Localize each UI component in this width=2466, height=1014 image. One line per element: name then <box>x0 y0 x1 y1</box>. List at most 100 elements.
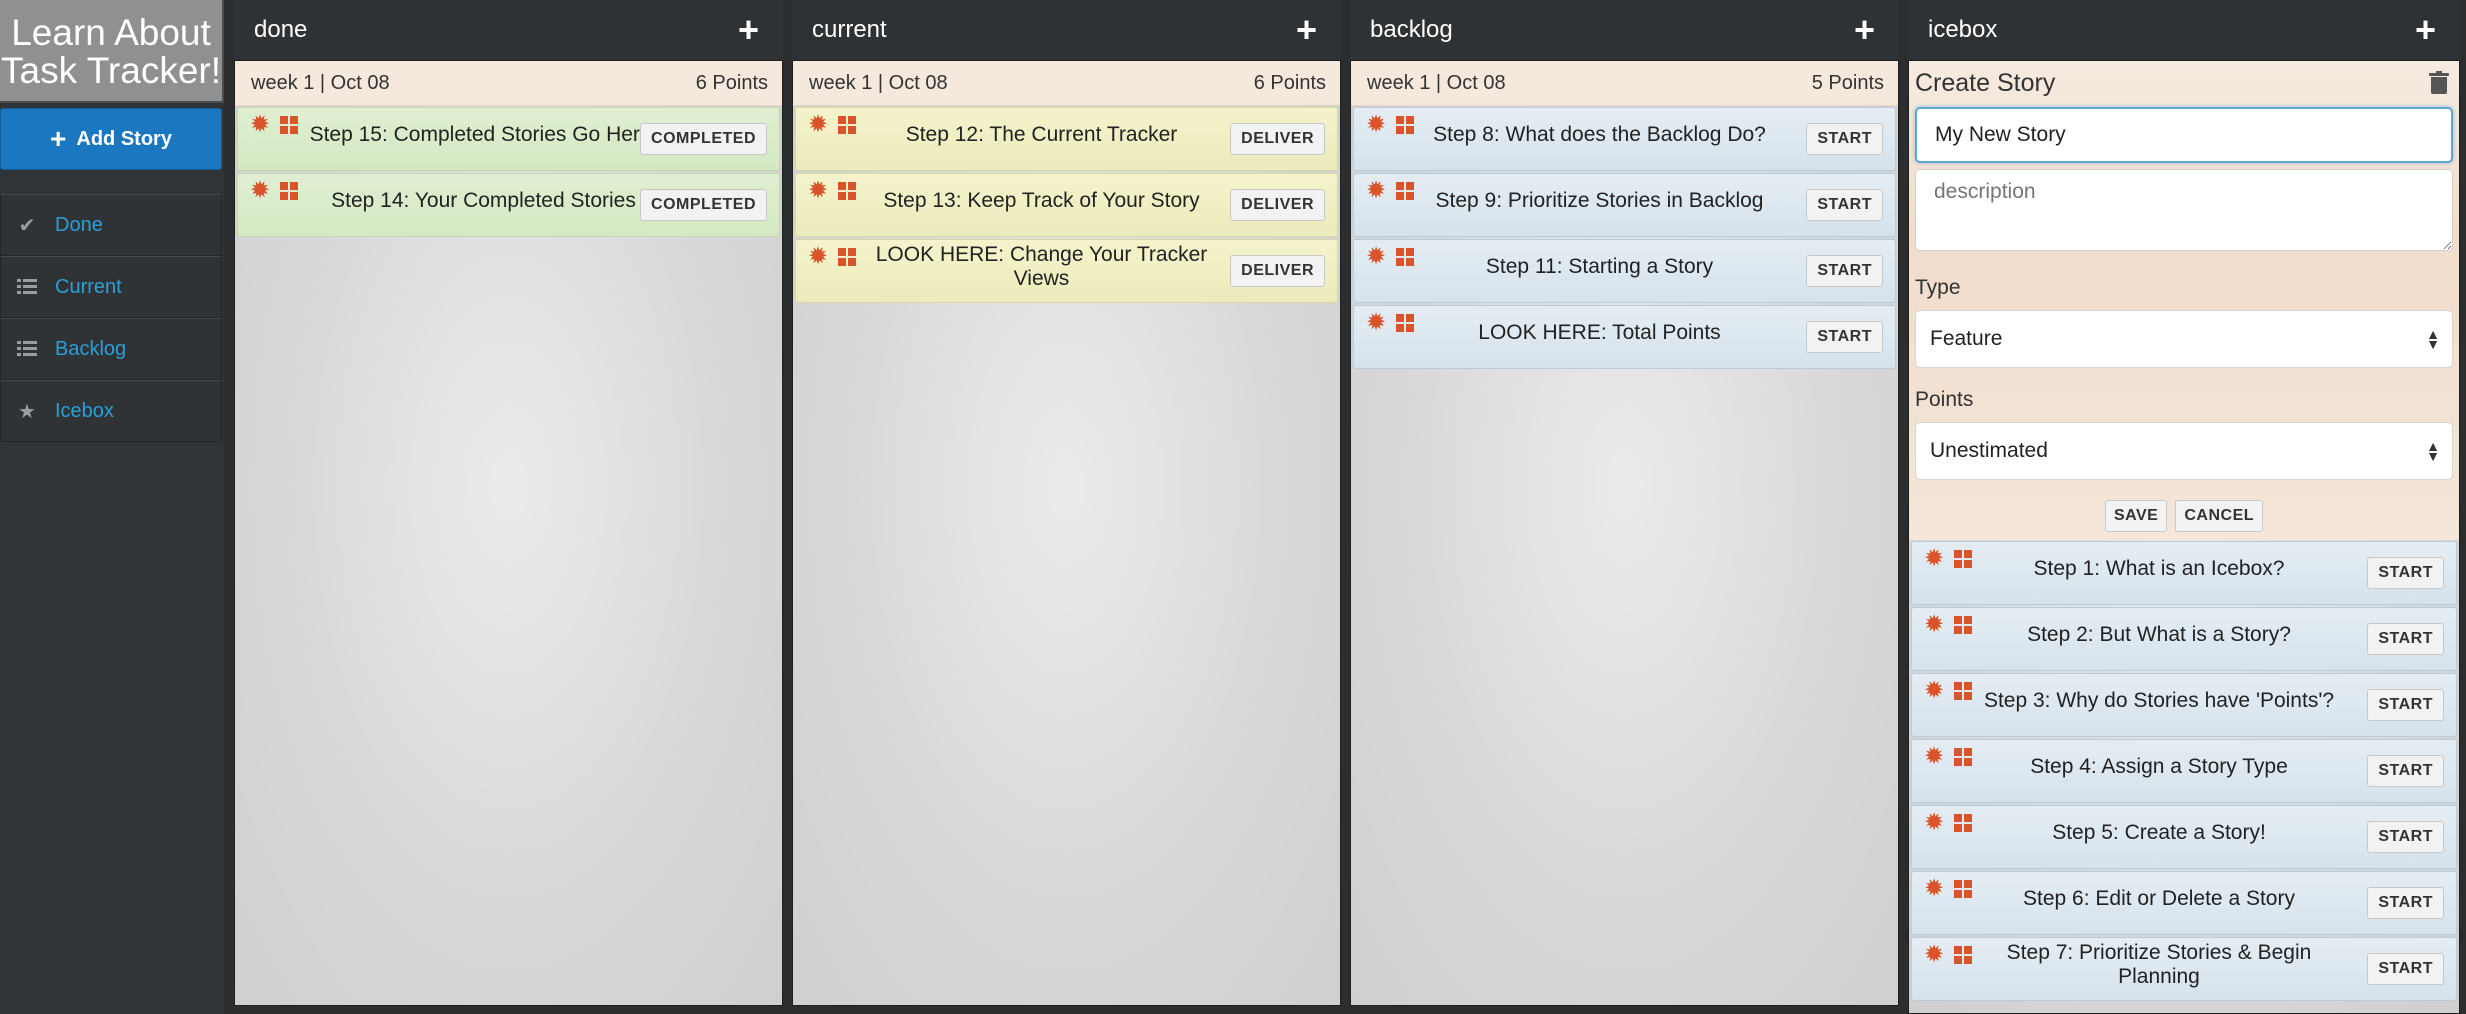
completed-button[interactable]: COMPLETED <box>640 189 767 221</box>
add-story-label: Add Story <box>76 127 172 150</box>
gear-icon[interactable]: ✹ <box>1924 547 1944 571</box>
sidebar-item-current[interactable]: Current <box>0 256 222 318</box>
points-select[interactable]: Unestimated ▲ ▼ <box>1915 422 2453 480</box>
star-icon: ★ <box>18 400 36 423</box>
gear-icon[interactable]: ✹ <box>1366 179 1386 203</box>
list-icon <box>17 279 37 295</box>
gear-icon[interactable]: ✹ <box>1924 745 1944 769</box>
start-button[interactable]: START <box>2367 755 2444 787</box>
grid-icon[interactable] <box>1954 682 1973 700</box>
sidebar-item-label: Icebox <box>55 399 114 422</box>
column-body: week 1 | Oct 08 6 Points ✹ Step 12: The … <box>792 60 1341 1006</box>
save-button[interactable]: SAVE <box>2104 500 2168 532</box>
story-card[interactable]: ✹ Step 2: But What is a Story? START <box>1911 607 2457 671</box>
gear-icon[interactable]: ✹ <box>250 113 270 137</box>
deliver-button[interactable]: DELIVER <box>1230 255 1325 287</box>
sidebar-item-backlog[interactable]: Backlog <box>0 318 222 380</box>
gear-icon[interactable]: ✹ <box>808 113 828 137</box>
gear-icon[interactable]: ✹ <box>808 245 828 269</box>
sidebar-item-icebox[interactable]: ★ Icebox <box>0 380 222 442</box>
deliver-button[interactable]: DELIVER <box>1230 123 1325 155</box>
gear-icon[interactable]: ✹ <box>1366 245 1386 269</box>
story-card[interactable]: ✹ Step 9: Prioritize Stories in Backlog … <box>1353 173 1896 237</box>
grid-icon[interactable] <box>1954 946 1973 964</box>
column-header: backlog + <box>1350 0 1899 60</box>
story-card[interactable]: ✹ Step 14: Your Completed Stories COMPLE… <box>237 173 780 237</box>
gear-icon[interactable]: ✹ <box>1924 679 1944 703</box>
add-story-plus-button[interactable]: + <box>1854 12 1875 48</box>
story-card[interactable]: ✹ Step 8: What does the Backlog Do? STAR… <box>1353 107 1896 171</box>
story-card[interactable]: ✹ Step 12: The Current Tracker DELIVER <box>795 107 1338 171</box>
story-card[interactable]: ✹ Step 3: Why do Stories have 'Points'? … <box>1911 673 2457 737</box>
story-card[interactable]: ✹ LOOK HERE: Total Points START <box>1353 305 1896 369</box>
gear-icon[interactable]: ✹ <box>1924 613 1944 637</box>
column-body: week 1 | Oct 08 5 Points ✹ Step 8: What … <box>1350 60 1899 1006</box>
deliver-button[interactable]: DELIVER <box>1230 189 1325 221</box>
start-button[interactable]: START <box>1806 255 1883 287</box>
add-story-button[interactable]: + Add Story <box>0 108 222 170</box>
story-card[interactable]: ✹ Step 1: What is an Icebox? START <box>1911 541 2457 605</box>
iteration-header: week 1 | Oct 08 6 Points <box>793 61 1340 106</box>
sidebar-item-label: Current <box>55 275 122 298</box>
trash-icon[interactable] <box>2429 71 2449 95</box>
grid-icon[interactable] <box>1396 314 1415 332</box>
logo-line-2: Task Tracker! <box>1 50 221 91</box>
start-button[interactable]: START <box>1806 321 1883 353</box>
grid-icon[interactable] <box>838 248 857 266</box>
gear-icon[interactable]: ✹ <box>1924 877 1944 901</box>
story-title-input[interactable] <box>1915 107 2453 163</box>
grid-icon[interactable] <box>280 182 299 200</box>
add-story-plus-button[interactable]: + <box>1296 12 1317 48</box>
column-icebox: icebox + Create Story Type Feature ▲▼ Po… <box>1908 0 2460 1014</box>
start-button[interactable]: START <box>2367 821 2444 853</box>
story-card[interactable]: ✹ Step 7: Prioritize Stories & Begin Pla… <box>1911 937 2457 1001</box>
grid-icon[interactable] <box>280 116 299 134</box>
story-description-input[interactable] <box>1915 169 2453 251</box>
story-card[interactable]: ✹ Step 15: Completed Stories Go Here! CO… <box>237 107 780 171</box>
column-done: done + week 1 | Oct 08 6 Points ✹ Step 1… <box>234 0 783 1006</box>
grid-icon[interactable] <box>1396 116 1415 134</box>
grid-icon[interactable] <box>838 182 857 200</box>
grid-icon[interactable] <box>1954 748 1973 766</box>
add-story-plus-button[interactable]: + <box>2415 12 2436 48</box>
start-button[interactable]: START <box>1806 189 1883 221</box>
column-title: icebox <box>1928 16 1998 43</box>
sidebar-item-done[interactable]: ✔ Done <box>0 194 222 256</box>
grid-icon[interactable] <box>1396 182 1415 200</box>
grid-icon[interactable] <box>1954 814 1973 832</box>
grid-icon[interactable] <box>1954 550 1973 568</box>
gear-icon[interactable]: ✹ <box>808 179 828 203</box>
form-heading: Create Story <box>1915 68 2056 97</box>
add-story-plus-button[interactable]: + <box>738 12 759 48</box>
story-card[interactable]: ✹ LOOK HERE: Change Your Tracker Views D… <box>795 239 1338 303</box>
gear-icon[interactable]: ✹ <box>250 179 270 203</box>
story-card[interactable]: ✹ Step 11: Starting a Story START <box>1353 239 1896 303</box>
story-card[interactable]: ✹ Step 13: Keep Track of Your Story DELI… <box>795 173 1338 237</box>
start-button[interactable]: START <box>2367 887 2444 919</box>
story-card[interactable]: ✹ Step 4: Assign a Story Type START <box>1911 739 2457 803</box>
grid-icon[interactable] <box>838 116 857 134</box>
checkmark-icon: ✔ <box>18 214 36 237</box>
start-button[interactable]: START <box>2367 689 2444 721</box>
completed-button[interactable]: COMPLETED <box>640 123 767 155</box>
gear-icon[interactable]: ✹ <box>1924 943 1944 967</box>
grid-icon[interactable] <box>1954 616 1973 634</box>
start-button[interactable]: START <box>1806 123 1883 155</box>
grid-icon[interactable] <box>1954 880 1973 898</box>
type-label: Type <box>1915 276 1961 299</box>
cancel-button[interactable]: CANCEL <box>2175 500 2264 532</box>
start-button[interactable]: START <box>2367 953 2444 985</box>
start-button[interactable]: START <box>2367 557 2444 589</box>
type-select[interactable]: Feature ▲ ▼ <box>1915 310 2453 368</box>
story-card[interactable]: ✹ Step 5: Create a Story! START <box>1911 805 2457 869</box>
column-body: week 1 | Oct 08 6 Points ✹ Step 15: Comp… <box>234 60 783 1006</box>
app-logo[interactable]: Learn About Task Tracker! <box>0 0 224 103</box>
gear-icon[interactable]: ✹ <box>1366 311 1386 335</box>
story-card[interactable]: ✹ Step 6: Edit or Delete a Story START <box>1911 871 2457 935</box>
gear-icon[interactable]: ✹ <box>1366 113 1386 137</box>
grid-icon[interactable] <box>1396 248 1415 266</box>
iteration-week: week 1 | Oct 08 <box>809 71 948 94</box>
sidebar-item-label: Backlog <box>55 337 127 360</box>
gear-icon[interactable]: ✹ <box>1924 811 1944 835</box>
start-button[interactable]: START <box>2367 623 2444 655</box>
